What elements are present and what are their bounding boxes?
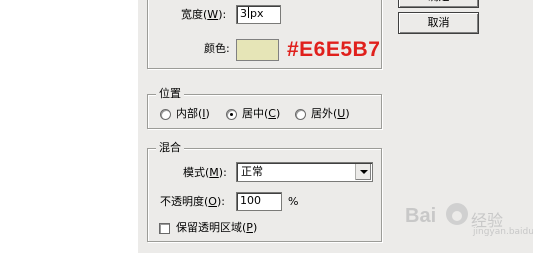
color-label: 颜色: xyxy=(204,42,230,55)
mode-label: 模式(M): xyxy=(183,166,227,179)
chevron-down-icon[interactable] xyxy=(355,164,371,180)
radio-outside-label: 居外(U) xyxy=(311,107,350,120)
width-unit: px xyxy=(250,7,264,20)
text-caret xyxy=(248,7,249,18)
color-swatch[interactable] xyxy=(236,39,279,61)
cancel-button[interactable]: 取消 xyxy=(398,12,479,34)
baidu-watermark: Bai 经验 jingyan.baidu.com xyxy=(405,197,533,241)
dialog-bottom-edge xyxy=(138,253,533,259)
opacity-input[interactable]: 100 xyxy=(236,192,282,211)
watermark-brand: Bai xyxy=(405,205,437,227)
ok-button[interactable]: 确定 xyxy=(398,0,479,8)
blend-mode-value: 正常 xyxy=(241,165,263,178)
paw-icon xyxy=(446,203,468,225)
radio-inside-label: 内部(I) xyxy=(176,107,210,120)
opacity-unit: % xyxy=(288,195,299,208)
opacity-value: 100 xyxy=(240,194,261,207)
width-input[interactable]: 3 px xyxy=(236,5,281,24)
preserve-transparency-box[interactable] xyxy=(159,223,170,234)
blending-legend: 混合 xyxy=(156,141,184,155)
preserve-transparency-label: 保留透明区域(P) xyxy=(176,221,258,234)
blend-mode-select[interactable]: 正常 xyxy=(236,162,373,182)
radio-outside-button[interactable] xyxy=(295,109,306,120)
radio-inside-button[interactable] xyxy=(160,109,171,120)
width-label: 宽度(W): xyxy=(181,8,227,21)
watermark-url: jingyan.baidu.com xyxy=(473,227,533,237)
opacity-label: 不透明度(O): xyxy=(160,195,225,208)
radio-center-button[interactable] xyxy=(226,109,237,120)
radio-center-label: 居中(C) xyxy=(242,107,281,120)
position-legend: 位置 xyxy=(156,87,184,101)
color-hex-annotation: #E6E5B7 xyxy=(287,38,381,61)
width-value: 3 xyxy=(240,7,247,20)
